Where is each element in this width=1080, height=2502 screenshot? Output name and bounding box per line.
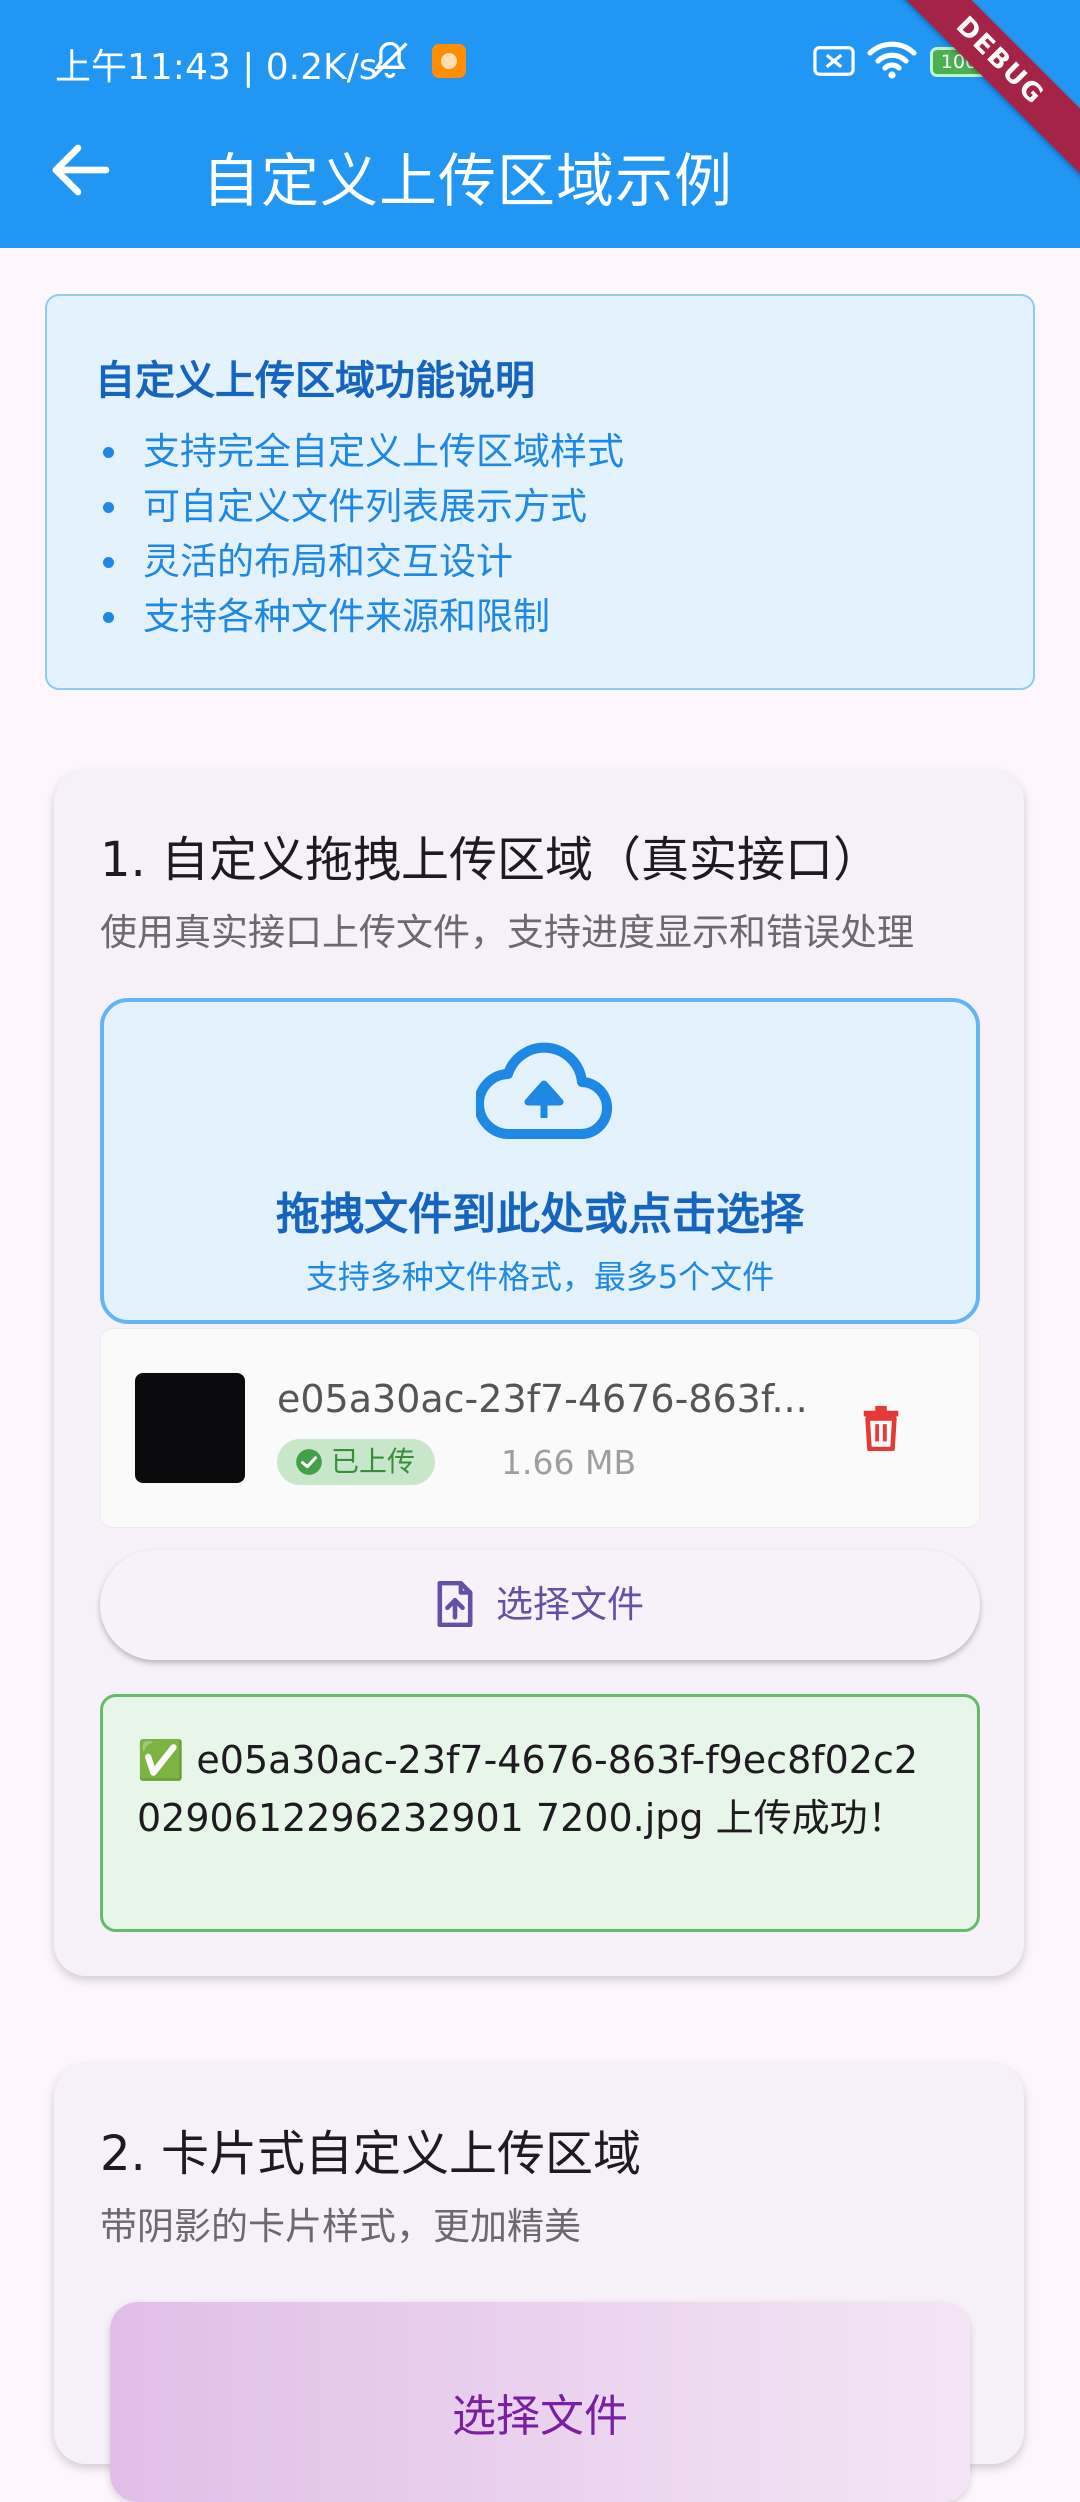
- file-upload-icon: [437, 1581, 473, 1627]
- upload-status-badge: 已上传: [277, 1439, 436, 1485]
- upload-status-label: 已上传: [331, 1445, 416, 1478]
- page-title: 自定义上传区域示例: [202, 147, 734, 215]
- status-time: 上午11:43 | 0.2K/s: [55, 47, 378, 88]
- section-card-custom-drag: 1. 自定义拖拽上传区域（真实接口） 使用真实接口上传文件，支持进度显示和错误处…: [54, 770, 1024, 1976]
- card-upload-label: 选择文件: [452, 2391, 628, 2442]
- select-file-label: 选择文件: [496, 1583, 644, 1626]
- wifi-icon: [867, 41, 917, 79]
- info-card: 自定义上传区域功能说明 支持完全自定义上传区域样式 可自定义文件列表展示方式 灵…: [45, 294, 1035, 690]
- feature-item: 支持各种文件来源和限制: [99, 589, 624, 644]
- upload-success-message: ✅ e05a30ac-23f7-4676-863f-f9ec8f02c20290…: [100, 1694, 980, 1932]
- dropzone-title: 拖拽文件到此处或点击选择: [276, 1189, 804, 1240]
- uploaded-file-item: e05a30ac-23f7-4676-863f... 已上传 1.66 MB: [100, 1328, 980, 1528]
- app-notification-icon: [432, 44, 466, 78]
- section-title: 1. 自定义拖拽上传区域（真实接口）: [100, 832, 882, 888]
- section-title: 2. 卡片式自定义上传区域: [100, 2126, 642, 2182]
- cloud-upload-icon: [476, 1042, 612, 1140]
- info-title: 自定义上传区域功能说明: [95, 358, 535, 404]
- card-style-upload-area[interactable]: 选择文件: [110, 2302, 970, 2502]
- drag-drop-upload-area[interactable]: 拖拽文件到此处或点击选择 支持多种文件格式，最多5个文件: [100, 998, 980, 1324]
- delete-trash-icon[interactable]: [861, 1405, 901, 1451]
- section-description: 使用真实接口上传文件，支持进度显示和错误处理: [100, 911, 914, 954]
- feature-item: 灵活的布局和交互设计: [99, 534, 624, 589]
- mute-bell-icon: [372, 41, 408, 79]
- debug-banner: DEBUG: [877, 0, 1080, 184]
- feature-item: 可自定义文件列表展示方式: [99, 479, 624, 534]
- app-bar: 上午11:43 | 0.2K/s 100 自定义上传区域示例 DEBUG: [0, 0, 1080, 248]
- file-thumbnail: [135, 1373, 245, 1483]
- feature-list: 支持完全自定义上传区域样式 可自定义文件列表展示方式 灵活的布局和交互设计 支持…: [99, 424, 624, 644]
- dropzone-hint: 支持多种文件格式，最多5个文件: [305, 1258, 775, 1296]
- success-text: ✅ e05a30ac-23f7-4676-863f-f9ec8f02c20290…: [137, 1738, 919, 1840]
- check-circle-icon: [296, 1449, 322, 1475]
- feature-item: 支持完全自定义上传区域样式: [99, 424, 624, 479]
- no-sim-icon: [813, 46, 855, 76]
- section-card-card-style: 2. 卡片式自定义上传区域 带阴影的卡片样式，更加精美 选择文件: [54, 2064, 1024, 2502]
- file-size: 1.66 MB: [501, 1443, 637, 1482]
- file-name: e05a30ac-23f7-4676-863f...: [277, 1377, 808, 1421]
- section-description: 带阴影的卡片样式，更加精美: [100, 2205, 581, 2248]
- select-file-button[interactable]: 选择文件: [100, 1550, 980, 1660]
- back-arrow-icon[interactable]: [50, 144, 110, 196]
